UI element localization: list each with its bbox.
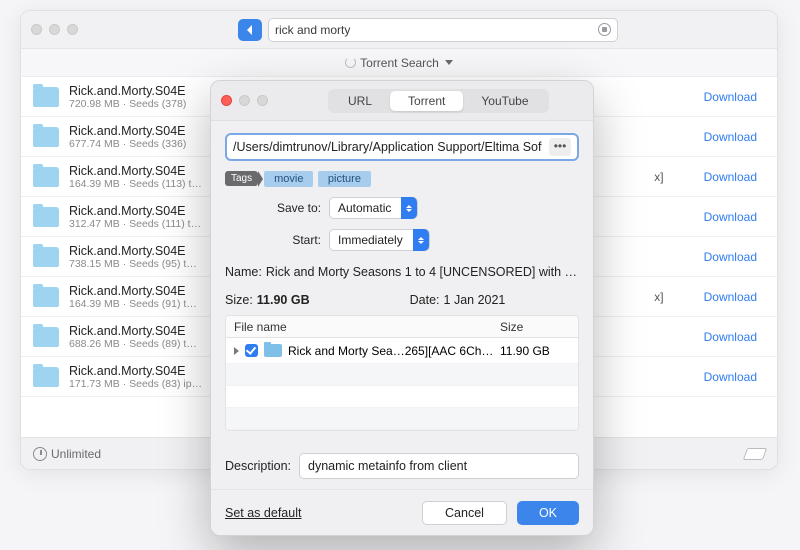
start-select[interactable]: Immediately xyxy=(329,229,430,251)
cancel-button[interactable]: Cancel xyxy=(422,501,507,525)
dialog-footer: Set as default Cancel OK xyxy=(211,489,593,535)
torrent-name-line: Name: Rick and Morty Seasons 1 to 4 [UNC… xyxy=(225,265,579,279)
search-text: rick and morty xyxy=(275,23,598,37)
folder-icon xyxy=(33,87,59,107)
speed-unlimited[interactable]: Unlimited xyxy=(33,447,101,461)
source-tabs: URL Torrent YouTube xyxy=(328,89,549,113)
close-window-icon[interactable] xyxy=(31,24,42,35)
download-link[interactable]: Download xyxy=(704,130,757,144)
download-link[interactable]: Download xyxy=(704,290,757,304)
description-row: Description: dynamic metainfo from clien… xyxy=(225,453,579,479)
file-row[interactable]: Rick and Morty Sea…265][AAC 6Ch][V2] 11.9… xyxy=(226,338,578,364)
tags-row: Tags movie picture xyxy=(225,169,579,187)
download-link[interactable]: Download xyxy=(704,250,757,264)
spinner-icon xyxy=(345,57,356,68)
start-row: Start: Immediately xyxy=(225,229,579,251)
close-dialog-icon[interactable] xyxy=(221,95,232,106)
torrent-size-date-line: Size:11.90 GB Date:1 Jan 2021 xyxy=(225,293,579,307)
file-size: 11.90 GB xyxy=(500,344,570,358)
eraser-icon[interactable] xyxy=(743,448,767,460)
minimize-dialog-icon xyxy=(239,95,250,106)
tab-torrent[interactable]: Torrent xyxy=(390,91,463,111)
tab-url[interactable]: URL xyxy=(330,91,390,111)
folder-icon xyxy=(264,344,282,357)
folder-icon xyxy=(33,327,59,347)
folder-icon xyxy=(33,247,59,267)
gauge-icon xyxy=(33,447,47,461)
torrent-path-input[interactable]: /Users/dimtrunov/Library/Application Sup… xyxy=(225,133,579,161)
dialog-body: /Users/dimtrunov/Library/Application Sup… xyxy=(211,121,593,489)
table-row xyxy=(226,364,578,386)
download-link[interactable]: Download xyxy=(704,330,757,344)
file-name: Rick and Morty Sea…265][AAC 6Ch][V2] xyxy=(288,344,494,358)
dialog-titlebar: URL Torrent YouTube xyxy=(211,81,593,121)
titlebar: rick and morty xyxy=(21,11,777,49)
save-to-row: Save to: Automatic xyxy=(225,197,579,219)
result-badge: x] xyxy=(654,290,663,304)
file-table: File name Size Rick and Morty Sea…265][A… xyxy=(225,315,579,431)
search-status-label: Torrent Search xyxy=(360,56,439,70)
disclosure-triangle-icon[interactable] xyxy=(234,347,239,355)
chevron-updown-icon xyxy=(413,229,429,251)
window-controls xyxy=(31,24,78,35)
add-torrent-dialog: URL Torrent YouTube /Users/dimtrunov/Lib… xyxy=(210,80,594,536)
tab-youtube[interactable]: YouTube xyxy=(463,91,546,111)
chevron-left-icon xyxy=(246,25,254,35)
save-to-label: Save to: xyxy=(225,201,321,215)
download-link[interactable]: Download xyxy=(704,210,757,224)
table-row xyxy=(226,386,578,408)
table-row xyxy=(226,408,578,430)
folder-icon xyxy=(33,207,59,227)
tag-chip[interactable]: picture xyxy=(318,171,371,187)
col-file-name[interactable]: File name xyxy=(234,320,500,334)
folder-icon xyxy=(33,287,59,307)
download-link[interactable]: Download xyxy=(704,370,757,384)
back-button[interactable] xyxy=(238,19,262,41)
col-size[interactable]: Size xyxy=(500,320,570,334)
file-table-header: File name Size xyxy=(226,316,578,338)
browse-button[interactable]: ••• xyxy=(549,138,571,156)
ok-button[interactable]: OK xyxy=(517,501,579,525)
chevron-down-icon xyxy=(445,60,453,65)
search-input[interactable]: rick and morty xyxy=(268,18,618,42)
file-checkbox[interactable] xyxy=(245,344,258,357)
minimize-window-icon[interactable] xyxy=(49,24,60,35)
description-label: Description: xyxy=(225,459,291,473)
download-link[interactable]: Download xyxy=(704,90,757,104)
download-link[interactable]: Download xyxy=(704,170,757,184)
chevron-updown-icon xyxy=(401,197,417,219)
folder-icon xyxy=(33,127,59,147)
search-status-bar[interactable]: Torrent Search xyxy=(21,49,777,77)
zoom-dialog-icon xyxy=(257,95,268,106)
folder-icon xyxy=(33,167,59,187)
stop-icon[interactable] xyxy=(598,23,611,36)
description-input[interactable]: dynamic metainfo from client xyxy=(299,453,579,479)
dialog-window-controls xyxy=(221,95,268,106)
start-label: Start: xyxy=(225,233,321,247)
tags-label: Tags xyxy=(225,171,258,186)
result-badge: x] xyxy=(654,170,663,184)
set-default-link[interactable]: Set as default xyxy=(225,506,301,520)
torrent-path-text: /Users/dimtrunov/Library/Application Sup… xyxy=(233,140,549,154)
zoom-window-icon[interactable] xyxy=(67,24,78,35)
folder-icon xyxy=(33,367,59,387)
save-to-select[interactable]: Automatic xyxy=(329,197,418,219)
tag-chip[interactable]: movie xyxy=(264,171,313,187)
